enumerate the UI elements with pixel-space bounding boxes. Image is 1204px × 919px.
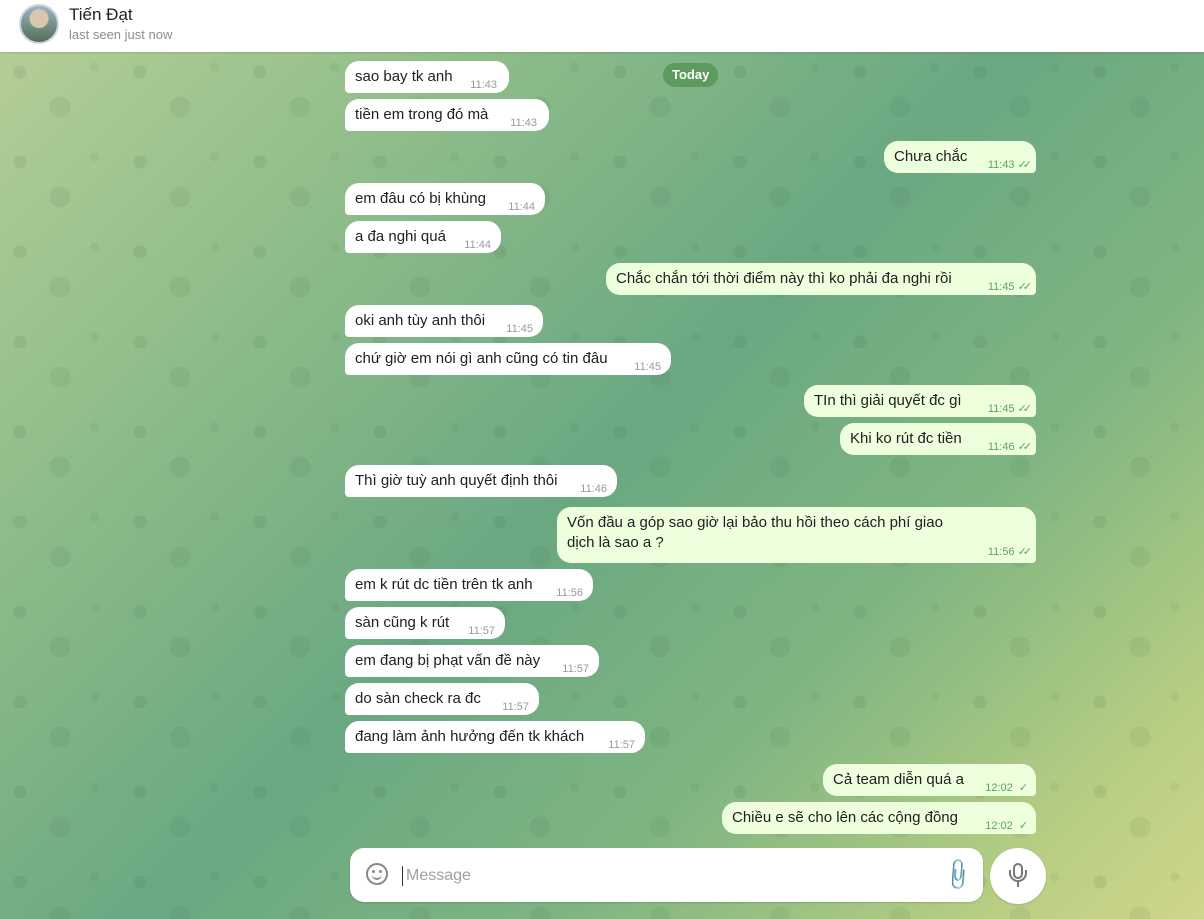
message-text: sàn cũng k rút <box>355 614 450 631</box>
message-time: 11:56 <box>987 546 1015 558</box>
message-time: 11:57 <box>502 701 529 713</box>
message-text: em đâu có bị khùng <box>355 190 486 207</box>
message-text: Chưa chắc <box>894 148 968 165</box>
message-composer: 📎 <box>350 848 983 904</box>
message-time: 11:45 <box>634 361 661 373</box>
message-input[interactable] <box>404 848 888 904</box>
message-bubble[interactable]: Cả team diễn quá a 12:02 ✓ <box>823 764 1036 796</box>
contact-name[interactable]: Tiến Đạt <box>69 5 133 25</box>
message-bubble[interactable]: Chiều e sẽ cho lên các cộng đồng 12:02 ✓ <box>722 802 1036 834</box>
message-time: 11:43 <box>470 79 497 91</box>
message-text: TIn thì giải quyết đc gì <box>814 392 962 409</box>
message-bubble[interactable]: đang làm ảnh hưởng đến tk khách 11:57 <box>345 721 645 753</box>
message-time: 11:45 <box>987 403 1015 415</box>
message-bubble[interactable]: do sàn check ra đc 11:57 <box>345 683 539 715</box>
message-time: 11:44 <box>508 201 535 213</box>
message-text: em k rút dc tiền trên tk anh <box>355 576 533 593</box>
message-text: a đa nghi quá <box>355 228 446 245</box>
message-time: 11:43 <box>510 117 537 129</box>
voice-record-button[interactable] <box>990 848 1046 904</box>
message-time: 12:02 <box>985 820 1013 832</box>
message-bubble[interactable]: sàn cũng k rút 11:57 <box>345 607 505 639</box>
message-bubble[interactable]: chứ giờ em nói gì anh cũng có tin đâu 11… <box>345 343 671 375</box>
message-time: 11:45 <box>506 323 533 335</box>
message-bubble[interactable]: em đang bị phạt vấn đề này 11:57 <box>345 645 599 677</box>
message-bubble[interactable]: oki anh tùy anh thôi 11:45 <box>345 305 543 337</box>
message-time: 11:45 <box>987 281 1015 293</box>
avatar[interactable] <box>19 4 59 44</box>
message-time: 11:56 <box>556 587 583 599</box>
message-text: em đang bị phạt vấn đề này <box>355 652 541 669</box>
message-bubble[interactable]: Chưa chắc 11:43 ✓✓ <box>884 141 1036 173</box>
chat-header[interactable]: Tiến Đạt last seen just now <box>0 0 1204 52</box>
paperclip-icon[interactable]: 📎 <box>939 856 977 894</box>
message-text: do sàn check ra đc <box>355 690 481 707</box>
message-bubble[interactable]: tiền em trong đó mà 11:43 <box>345 99 549 131</box>
single-check-icon: ✓ <box>1018 782 1028 794</box>
message-time: 11:46 <box>987 441 1015 453</box>
message-bubble[interactable]: sao bay tk anh 11:43 <box>345 61 509 93</box>
double-check-icon: ✓✓ <box>1017 403 1033 415</box>
message-bubble[interactable]: em đâu có bị khùng 11:44 <box>345 183 545 215</box>
contact-status: last seen just now <box>69 27 173 42</box>
double-check-icon: ✓✓ <box>1017 441 1033 453</box>
message-time: 11:46 <box>580 483 607 495</box>
message-time: 11:44 <box>464 239 491 251</box>
message-bubble[interactable]: a đa nghi quá 11:44 <box>345 221 501 253</box>
message-text: Khi ko rút đc tiền <box>850 430 962 447</box>
message-time: 11:57 <box>608 739 635 751</box>
message-text: Chắc chắn tới thời điểm này thì ko phải … <box>616 270 952 287</box>
message-bubble[interactable]: Chắc chắn tới thời điểm này thì ko phải … <box>606 263 1036 295</box>
double-check-icon: ✓✓ <box>1017 546 1033 558</box>
message-time: 12:02 <box>985 782 1013 794</box>
message-text: đang làm ảnh hưởng đến tk khách <box>355 728 585 745</box>
date-separator: Today <box>663 63 719 87</box>
text-caret <box>402 866 403 886</box>
message-text: Chiều e sẽ cho lên các cộng đồng <box>732 809 958 826</box>
message-bubble[interactable]: TIn thì giải quyết đc gì 11:45 ✓✓ <box>804 385 1036 417</box>
message-text: tiền em trong đó mà <box>355 106 489 123</box>
message-text: Thì giờ tuỳ anh quyết định thôi <box>355 472 558 489</box>
message-bubble[interactable]: em k rút dc tiền trên tk anh 11:56 <box>345 569 593 601</box>
message-text: sao bay tk anh <box>355 68 453 85</box>
message-text: oki anh tùy anh thôi <box>355 312 486 329</box>
message-bubble[interactable]: Vốn đầu a góp sao giờ lại bảo thu hồi th… <box>557 507 1036 563</box>
message-time: 11:57 <box>468 625 495 637</box>
message-text: Cả team diễn quá a <box>833 771 964 788</box>
single-check-icon: ✓ <box>1018 820 1028 832</box>
message-text: Vốn đầu a góp sao giờ lại bảo thu hồi th… <box>567 514 943 551</box>
microphone-stem <box>1017 882 1019 887</box>
message-time: 11:43 <box>987 159 1015 171</box>
message-text: chứ giờ em nói gì anh cũng có tin đâu <box>355 350 608 367</box>
double-check-icon: ✓✓ <box>1017 159 1033 171</box>
smile-icon[interactable] <box>366 863 388 885</box>
microphone-arc <box>1009 870 1027 882</box>
double-check-icon: ✓✓ <box>1017 281 1033 293</box>
message-time: 11:57 <box>562 663 589 675</box>
message-bubble[interactable]: Thì giờ tuỳ anh quyết định thôi 11:46 <box>345 465 617 497</box>
message-bubble[interactable]: Khi ko rút đc tiền 11:46 ✓✓ <box>840 423 1036 455</box>
